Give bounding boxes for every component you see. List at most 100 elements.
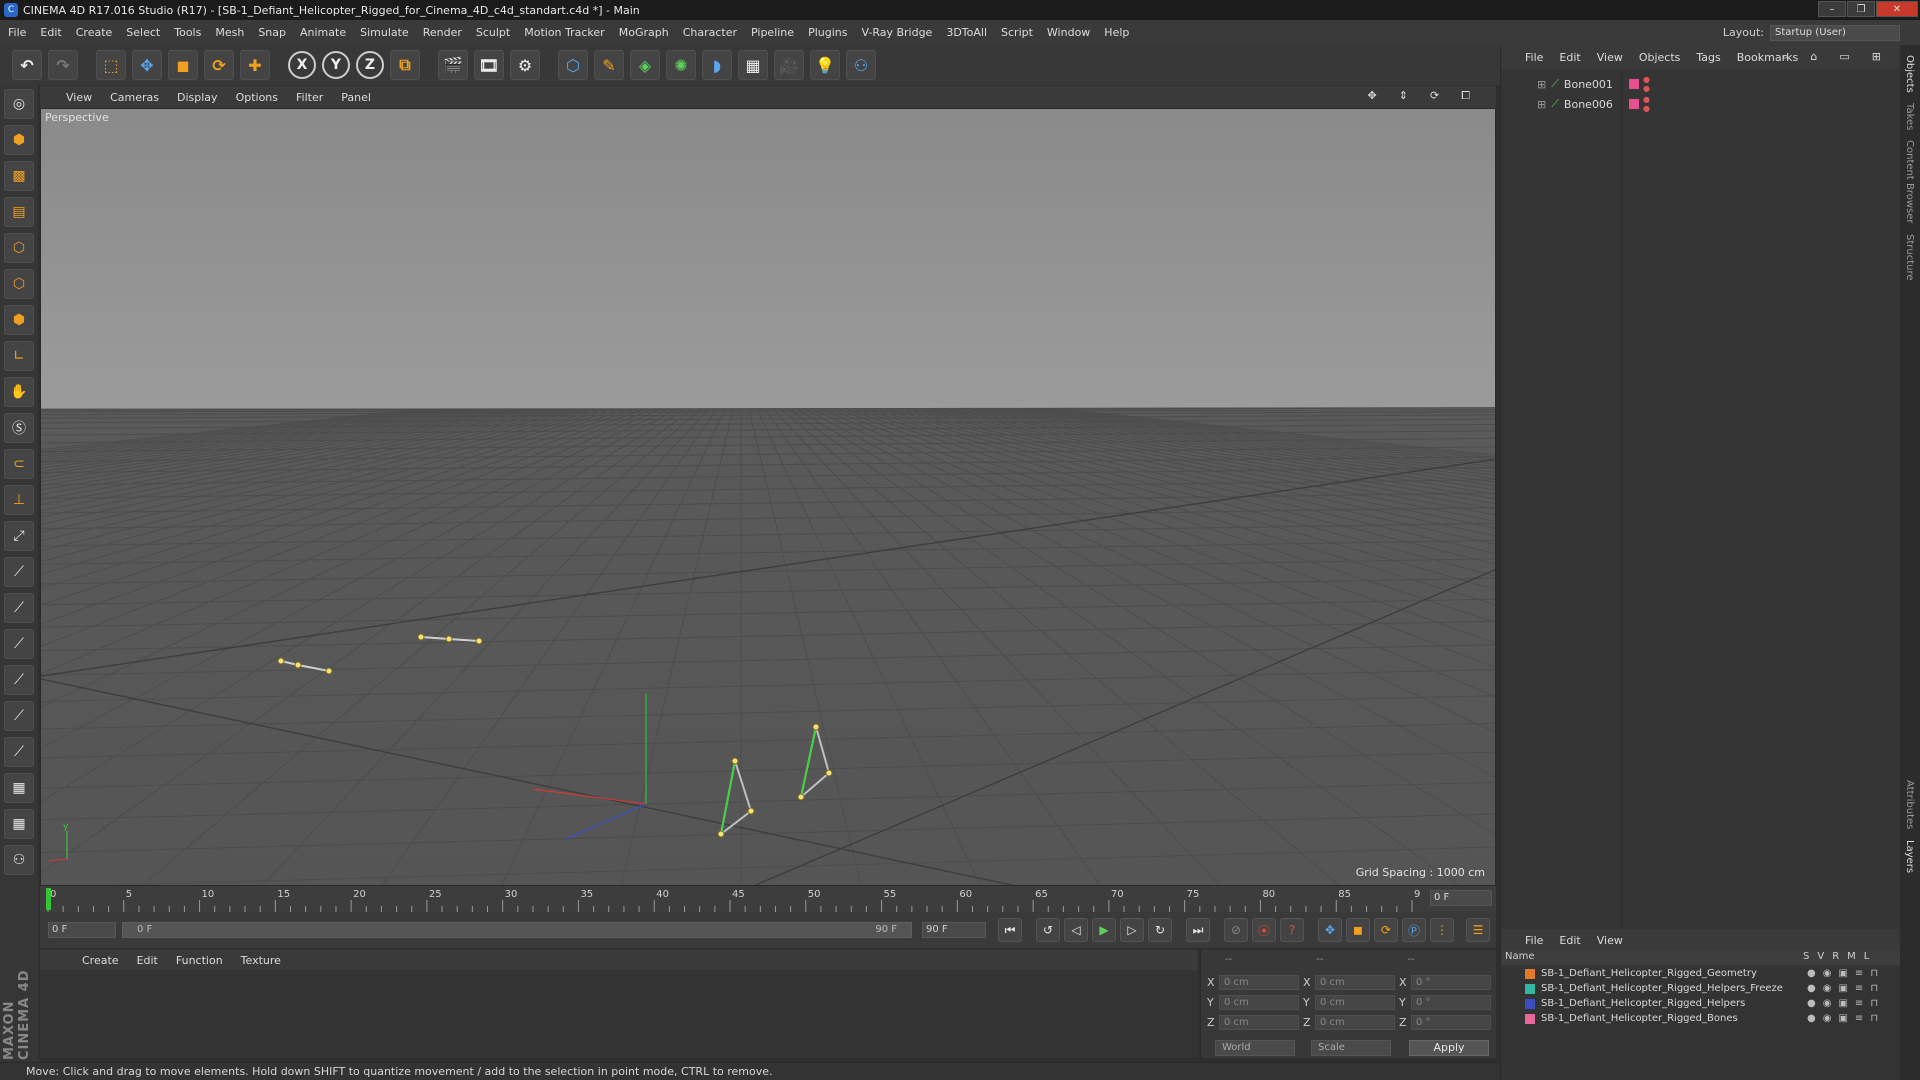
key-point-level-icon[interactable]: ⋮ xyxy=(1430,918,1454,942)
view-flag-icon[interactable]: ◉ xyxy=(1823,983,1832,994)
x-axis-lock-icon[interactable]: X xyxy=(288,51,316,79)
menu-render[interactable]: Render xyxy=(423,26,462,39)
python-icon[interactable]: ⚇ xyxy=(846,50,876,80)
render-flag-icon[interactable]: ▣ xyxy=(1838,998,1847,1009)
polygons-mode-icon[interactable]: ⬢ xyxy=(4,305,34,335)
subdivision-surface-icon[interactable]: ◈ xyxy=(630,50,660,80)
om-menu-objects[interactable]: Objects xyxy=(1639,51,1681,64)
live-selection-icon[interactable]: ⬚ xyxy=(96,50,126,80)
layer-flags[interactable]: ● ◉ ▣ ≡ ⊓ xyxy=(1807,1013,1878,1024)
render-view-icon[interactable]: 🎬 xyxy=(438,50,468,80)
layer-name[interactable]: SB-1_Defiant_Helicopter_Rigged_Bones xyxy=(1541,1013,1738,1024)
size-mode-dropdown[interactable]: Scale xyxy=(1311,1040,1391,1056)
rotate-tool-icon[interactable]: ⟳ xyxy=(204,50,234,80)
manager-flag-icon[interactable]: ≡ xyxy=(1855,983,1863,994)
move-tool-icon[interactable]: ✥ xyxy=(132,50,162,80)
visibility-dots-icon[interactable]: ● ● xyxy=(1643,95,1650,113)
layer-flags[interactable]: ● ◉ ▣ ≡ ⊓ xyxy=(1807,968,1878,979)
om-menu-tags[interactable]: Tags xyxy=(1696,51,1720,64)
menu-animate[interactable]: Animate xyxy=(300,26,346,39)
minimize-button[interactable]: – xyxy=(1818,1,1846,17)
magnet-icon[interactable]: ⊂ xyxy=(4,449,34,479)
ik-chain-icon[interactable]: ⤢ xyxy=(4,521,34,551)
size-z-field[interactable]: 0 cm xyxy=(1315,1014,1395,1030)
viewport-menu-cameras[interactable]: Cameras xyxy=(110,91,159,104)
layout-dropdown[interactable]: Startup (User) xyxy=(1770,24,1900,41)
key-scale-icon[interactable]: ◼ xyxy=(1346,918,1370,942)
floor-icon[interactable]: ▦ xyxy=(738,50,768,80)
layer-row[interactable]: SB-1_Defiant_Helicopter_Rigged_Geometry ●… xyxy=(1501,967,1901,981)
joint-tool-icon[interactable]: ⊥ xyxy=(4,485,34,515)
autokeying-icon[interactable]: ⦿ xyxy=(1252,918,1276,942)
position-x-field[interactable]: 0 cm xyxy=(1219,974,1299,990)
layer-color-swatch[interactable] xyxy=(1629,79,1639,89)
lock-workplane-icon[interactable]: ▦ xyxy=(4,773,34,803)
object-name[interactable]: Bone001 xyxy=(1564,78,1613,91)
viewport-menu-panel[interactable]: Panel xyxy=(341,91,371,104)
object-row[interactable]: ⊞ ⟋ Bone001 ● ● xyxy=(1537,75,1650,93)
start-frame-field[interactable]: 0 F xyxy=(48,922,116,938)
lock-flag-icon[interactable]: ⊓ xyxy=(1870,983,1878,994)
material-menu-function[interactable]: Function xyxy=(176,954,223,967)
undo-icon[interactable]: ↶ xyxy=(12,50,42,80)
menu-script[interactable]: Script xyxy=(1001,26,1033,39)
material-manager-area[interactable] xyxy=(40,970,1198,1058)
render-flag-icon[interactable]: ▣ xyxy=(1838,968,1847,979)
keyframe-selection-icon[interactable]: ? xyxy=(1280,918,1304,942)
size-y-field[interactable]: 0 cm xyxy=(1315,994,1395,1010)
layer-name[interactable]: SB-1_Defiant_Helicopter_Rigged_Geometry xyxy=(1541,968,1757,979)
menu-pipeline[interactable]: Pipeline xyxy=(751,26,794,39)
make-editable-icon[interactable]: ◎ xyxy=(4,89,34,119)
rotation-b-field[interactable]: 0 ° xyxy=(1411,1014,1491,1030)
render-settings-icon[interactable]: ⚙ xyxy=(510,50,540,80)
viewport-menu-view[interactable]: View xyxy=(66,91,92,104)
scale-tool-icon[interactable]: ◼ xyxy=(168,50,198,80)
rotation-h-field[interactable]: 0 ° xyxy=(1411,974,1491,990)
timeline-ruler[interactable]: 051015202530354045505560657075808590 0 F xyxy=(40,886,1496,912)
lm-menu-view[interactable]: View xyxy=(1597,934,1623,947)
zoom-icon[interactable]: ⇕ xyxy=(1399,89,1408,103)
restore-button[interactable]: ❐ xyxy=(1847,1,1875,17)
menu-select[interactable]: Select xyxy=(126,26,160,39)
menu-file[interactable]: File xyxy=(8,26,26,39)
points-mode-icon[interactable]: ⬡ xyxy=(4,233,34,263)
position-y-field[interactable]: 0 cm xyxy=(1219,994,1299,1010)
previous-frame-icon[interactable]: ◁ xyxy=(1064,918,1088,942)
home-icon[interactable]: ⌂ xyxy=(1810,50,1817,64)
paint-tool-icon[interactable]: ⟋ xyxy=(4,701,34,731)
light-icon[interactable]: 💡 xyxy=(810,50,840,80)
planar-workplane-icon[interactable]: ▦ xyxy=(4,809,34,839)
model-mode-icon[interactable]: ⬢ xyxy=(4,125,34,155)
object-row[interactable]: ⊞ ⟋ Bone006 ● ● xyxy=(1537,95,1650,113)
menu-simulate[interactable]: Simulate xyxy=(360,26,409,39)
camera-icon[interactable]: 🎥 xyxy=(774,50,804,80)
texture-mode-icon[interactable]: ▩ xyxy=(4,161,34,191)
material-menu-texture[interactable]: Texture xyxy=(241,954,281,967)
timeline-window-icon[interactable]: ☰ xyxy=(1466,918,1490,942)
lm-menu-file[interactable]: File xyxy=(1525,934,1543,947)
render-picture-viewer-icon[interactable]: 🎞 xyxy=(474,50,504,80)
expand-icon[interactable]: ⊞ xyxy=(1872,50,1881,64)
position-z-field[interactable]: 0 cm xyxy=(1219,1014,1299,1030)
z-axis-lock-icon[interactable]: Z xyxy=(356,51,384,79)
recent-tools-icon[interactable]: ✚ xyxy=(240,50,270,80)
cube-primitive-icon[interactable]: ⬡ xyxy=(558,50,588,80)
layer-row[interactable]: SB-1_Defiant_Helicopter_Rigged_Helpers ● ◉… xyxy=(1501,997,1901,1011)
tweak-mode-icon[interactable]: ✋ xyxy=(4,377,34,407)
end-frame-field[interactable]: 90 F xyxy=(922,922,986,938)
solo-flag-icon[interactable]: ● xyxy=(1807,1013,1816,1024)
view-flag-icon[interactable]: ◉ xyxy=(1823,968,1832,979)
layer-flags[interactable]: ● ◉ ▣ ≡ ⊓ xyxy=(1807,983,1878,994)
side-tab-structure[interactable]: Structure xyxy=(1904,234,1915,281)
menu-tools[interactable]: Tools xyxy=(174,26,201,39)
om-menu-edit[interactable]: Edit xyxy=(1559,51,1580,64)
render-flag-icon[interactable]: ▣ xyxy=(1838,983,1847,994)
key-rotation-icon[interactable]: ⟳ xyxy=(1374,918,1398,942)
coordinate-system-icon[interactable]: ⧉ xyxy=(390,50,420,80)
frame-range-slider[interactable]: 0 F 90 F xyxy=(122,922,912,938)
weight-tool-icon[interactable]: ⟋ xyxy=(4,593,34,623)
menu-edit[interactable]: Edit xyxy=(40,26,61,39)
side-tab-objects[interactable]: Objects xyxy=(1904,55,1915,93)
cloner-icon[interactable]: ✺ xyxy=(666,50,696,80)
next-frame-icon[interactable]: ▷ xyxy=(1120,918,1144,942)
